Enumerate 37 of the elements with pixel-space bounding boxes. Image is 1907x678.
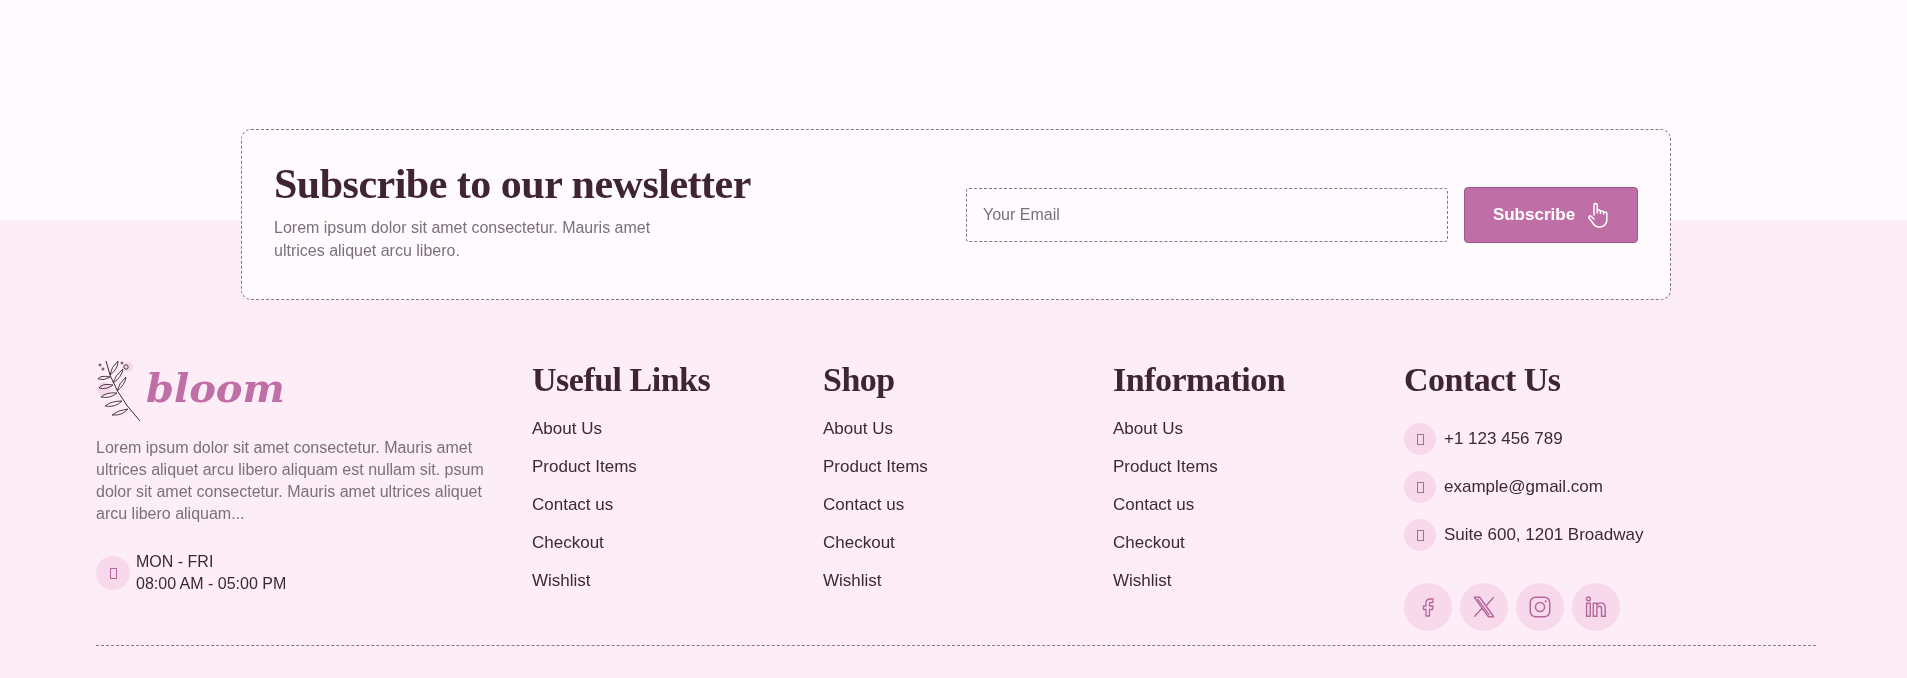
missing-glyph-icon [96,556,130,590]
newsletter-heading: Subscribe to our newsletter [274,159,751,208]
footer-link[interactable]: About Us [823,419,893,438]
column-heading: Useful Links [532,361,712,399]
footer-link[interactable]: Contact us [823,495,905,514]
footer-link[interactable]: About Us [532,419,602,438]
footer-link[interactable]: Contact us [532,495,614,514]
footer-link[interactable]: Checkout [823,533,895,552]
footer-link[interactable]: About Us [1113,419,1183,438]
instagram-icon[interactable] [1516,583,1564,631]
footer-link[interactable]: Wishlist [532,571,591,590]
column-heading: Contact Us [1404,361,1562,399]
footer-link[interactable]: Checkout [1113,533,1185,552]
footer-link[interactable]: Product Items [532,457,637,476]
footer-link[interactable]: Product Items [1113,457,1218,476]
opening-hours: 08:00 AM - 05:00 PM [136,574,287,594]
footer-link[interactable]: Wishlist [1113,571,1172,590]
email-field[interactable]: Your Email [966,187,1448,242]
contact-detail: +1 123 456 789 [1444,429,1563,449]
missing-glyph-icon [1404,423,1436,455]
brand-description: Lorem ipsum dolor sit amet consectetur. Mauris amet ultrices aliquet arcu libero aliquam est nullam sit. psum dolor sit amet consectetur. Mauris amet ultrices aliquet arcu libero aliquam... [96,438,485,524]
footer-link[interactable]: Contact us [1113,495,1195,514]
missing-glyph-icon [1404,471,1436,503]
contact-detail: Suite 600, 1201 Broadway [1444,525,1644,545]
facebook-icon[interactable] [1404,583,1452,631]
x-logo-icon[interactable] [1460,583,1508,631]
footer-link[interactable]: Product Items [823,457,928,476]
footer-link[interactable]: Wishlist [823,571,882,590]
opening-days: MON - FRI [136,551,287,573]
linkedin-icon[interactable] [1572,583,1620,631]
pointing-hand-icon [1587,201,1610,228]
column-heading: Information [1113,361,1287,399]
column-heading: Shop [823,361,896,399]
missing-glyph-icon [1404,519,1436,551]
footer-link[interactable]: Checkout [532,533,604,552]
newsletter-text: Lorem ipsum dolor sit amet consectetur. Mauris amet ultrices aliquet arcu libero. [274,217,652,261]
contact-detail: example@gmail.com [1444,477,1603,497]
